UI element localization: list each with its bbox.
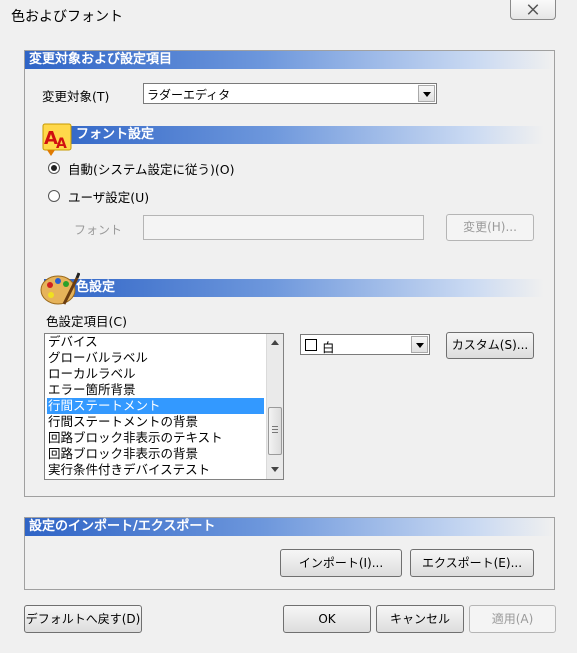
color-items-label: 色設定項目(C) — [46, 314, 127, 329]
scroll-up-icon[interactable] — [271, 340, 279, 345]
import-export-title: 設定のインポート/エクスポート — [29, 519, 216, 534]
change-font-button[interactable]: 変更(H)... — [446, 214, 534, 241]
cancel-button[interactable]: キャンセル — [376, 605, 464, 633]
restore-default-button[interactable]: デフォルトへ戻す(D) — [24, 605, 142, 633]
apply-button[interactable]: 適用(A) — [469, 605, 556, 633]
list-item[interactable]: 実行条件付きデバイステスト — [47, 462, 264, 478]
close-button[interactable] — [510, 0, 556, 20]
color-items-list[interactable]: デバイス グローバルラベル ローカルラベル エラー箇所背景 行間ステートメント 行間ステー… — [44, 333, 284, 480]
list-item[interactable]: ローカルラベル — [47, 366, 264, 382]
scroll-thumb[interactable] — [268, 407, 282, 455]
target-label: 変更対象(T) — [42, 89, 110, 104]
list-item[interactable]: 行間ステートメントの背景 — [47, 414, 264, 430]
user-font-radio[interactable] — [48, 190, 60, 202]
svg-text:A: A — [56, 136, 67, 152]
list-item[interactable]: エラー箇所背景 — [47, 382, 264, 398]
list-item[interactable]: 回路ブロック非表示の背景 — [47, 446, 264, 462]
color-swatch — [305, 339, 317, 351]
target-select-value: ラダーエディタ — [147, 88, 231, 102]
user-font-label[interactable]: ユーザ設定(U) — [68, 187, 149, 206]
color-select[interactable]: 白 — [300, 334, 430, 355]
title-bar: 色およびフォント — [0, 0, 577, 30]
color-select-value: 白 — [322, 340, 335, 355]
close-icon — [527, 4, 539, 15]
font-field[interactable] — [143, 215, 424, 240]
palette-icon — [40, 272, 80, 305]
font-section-header: フォント設定 — [44, 126, 544, 144]
import-button[interactable]: インポート(I)... — [280, 549, 402, 577]
list-scrollbar[interactable] — [266, 334, 283, 479]
custom-color-button[interactable]: カスタム(S)... — [446, 332, 534, 359]
chevron-down-icon[interactable] — [418, 85, 435, 102]
auto-font-radio[interactable] — [48, 162, 60, 174]
target-section-header: 変更対象および設定項目 — [25, 51, 554, 69]
list-item[interactable]: デバイス — [47, 334, 264, 350]
auto-font-label[interactable]: 自動(システム設定に従う)(O) — [68, 159, 234, 178]
target-select[interactable]: ラダーエディタ — [143, 83, 437, 104]
scroll-down-icon[interactable] — [271, 467, 279, 472]
font-label: フォント — [74, 223, 123, 237]
font-aa-icon: A A — [42, 123, 72, 156]
chevron-down-icon[interactable] — [411, 336, 428, 353]
list-item[interactable]: 行間ステートメント — [47, 398, 264, 414]
ok-button[interactable]: OK — [283, 605, 371, 633]
export-button[interactable]: エクスポート(E)... — [410, 549, 534, 577]
list-item[interactable]: 回路ブロック非表示のテキスト — [47, 430, 264, 446]
window-title: 色およびフォント — [11, 9, 123, 25]
import-export-header: 設定のインポート/エクスポート — [25, 518, 554, 536]
target-section-title: 変更対象および設定項目 — [29, 52, 173, 67]
list-item[interactable]: グローバルラベル — [47, 350, 264, 366]
color-section-header: 色設定 — [44, 279, 544, 297]
